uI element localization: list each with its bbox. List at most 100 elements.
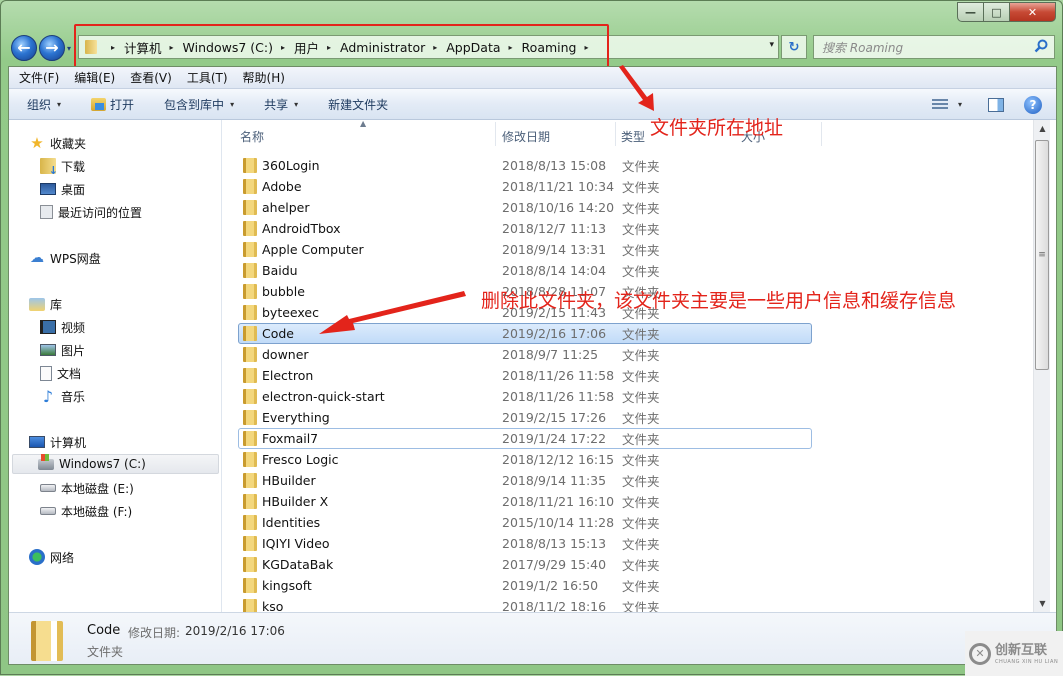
column-header-size[interactable]: 大小 xyxy=(741,128,765,145)
menu-view[interactable]: 查看(V) xyxy=(130,69,172,86)
address-bar[interactable]: ▸ 计算机 ▸ Windows7 (C:) ▸ 用户 ▸ Administrat… xyxy=(78,35,779,59)
file-row[interactable]: HBuilder X 2018/11/21 16:10 文件夹 xyxy=(223,491,1033,512)
refresh-button[interactable]: ↻ xyxy=(781,35,807,59)
file-row[interactable]: bubble 2018/8/28 11:07 文件夹 xyxy=(223,281,1033,302)
help-icon[interactable]: ? xyxy=(1024,95,1042,114)
search-input[interactable]: 搜索 Roaming xyxy=(813,35,1055,59)
folder-icon xyxy=(243,557,257,572)
breadcrumb-chevron-icon[interactable]: ▸ xyxy=(433,43,437,52)
sidebar-libraries[interactable]: 库 xyxy=(29,294,62,314)
minimize-button[interactable]: — xyxy=(957,2,984,22)
file-row[interactable]: electron-quick-start 2018/11/26 11:58 文件夹 xyxy=(223,386,1033,407)
file-name: Apple Computer xyxy=(262,242,364,257)
folder-icon xyxy=(31,621,63,661)
include-in-library-button[interactable]: 包含到库中 ▾ xyxy=(164,96,234,113)
details-type: 文件夹 xyxy=(87,645,124,659)
sidebar-computer[interactable]: 计算机 xyxy=(29,432,86,452)
menu-help[interactable]: 帮助(H) xyxy=(243,69,285,86)
file-type: 文件夹 xyxy=(622,558,660,573)
include-in-library-label: 包含到库中 xyxy=(164,97,225,112)
file-row[interactable]: Baidu 2018/8/14 14:04 文件夹 xyxy=(223,260,1033,281)
folder-icon xyxy=(243,305,257,320)
sidebar-item-drive-e[interactable]: 本地磁盘 (E:) xyxy=(40,478,134,498)
folder-icon xyxy=(243,410,257,425)
column-divider[interactable] xyxy=(495,122,496,146)
menu-file[interactable]: 文件(F) xyxy=(19,69,59,86)
sidebar-item-recent-places[interactable]: 最近访问的位置 xyxy=(40,202,142,222)
file-row[interactable]: downer 2018/9/7 11:25 文件夹 xyxy=(223,344,1033,365)
preview-pane-icon[interactable] xyxy=(988,97,1004,112)
breadcrumb-item[interactable]: Windows7 (C:) xyxy=(183,40,273,55)
back-button[interactable]: ← xyxy=(11,35,37,61)
sidebar-item-desktop[interactable]: 桌面 xyxy=(40,179,85,199)
folder-icon xyxy=(243,452,257,467)
sidebar-item-drive-f[interactable]: 本地磁盘 (F:) xyxy=(40,501,132,521)
file-row[interactable]: Foxmail7 2019/1/24 17:22 文件夹 xyxy=(238,428,812,449)
file-row[interactable]: IQIYI Video 2018/8/13 15:13 文件夹 xyxy=(223,533,1033,554)
sidebar-label: 视频 xyxy=(61,320,86,335)
file-row[interactable]: HBuilder 2018/9/14 11:35 文件夹 xyxy=(223,470,1033,491)
sidebar-network[interactable]: 网络 xyxy=(29,547,74,567)
breadcrumb-item[interactable]: 用户 xyxy=(294,38,319,57)
scrollbar-thumb[interactable]: ≡ xyxy=(1035,140,1049,370)
sidebar-item-drive-c[interactable]: Windows7 (C:) xyxy=(12,453,219,474)
file-row[interactable]: KGDataBak 2017/9/29 15:40 文件夹 xyxy=(223,554,1033,575)
forward-button[interactable]: → xyxy=(39,35,65,61)
file-row[interactable]: Fresco Logic 2018/12/12 16:15 文件夹 xyxy=(223,449,1033,470)
file-row[interactable]: 360Login 2018/8/13 15:08 文件夹 xyxy=(223,155,1033,176)
file-name: kingsoft xyxy=(262,578,312,593)
recent-pages-dropdown[interactable]: ▾ xyxy=(67,44,71,53)
scroll-down-button[interactable]: ▼ xyxy=(1034,595,1051,612)
sidebar-item-documents[interactable]: 文档 xyxy=(40,363,81,383)
file-row[interactable]: byteexec 2019/2/15 11:43 文件夹 xyxy=(223,302,1033,323)
column-divider[interactable] xyxy=(615,122,616,146)
file-row[interactable]: ahelper 2018/10/16 14:20 文件夹 xyxy=(223,197,1033,218)
breadcrumb-item[interactable]: 计算机 xyxy=(124,38,162,57)
sidebar-item-music[interactable]: ♪ 音乐 xyxy=(40,386,85,406)
column-divider[interactable] xyxy=(821,122,822,146)
view-options-icon[interactable] xyxy=(931,98,948,111)
new-folder-button[interactable]: 新建文件夹 xyxy=(328,96,388,113)
file-row[interactable]: Everything 2019/2/15 17:26 文件夹 xyxy=(223,407,1033,428)
file-row[interactable]: Adobe 2018/11/21 10:34 文件夹 xyxy=(223,176,1033,197)
open-button[interactable]: 打开 xyxy=(91,96,134,113)
close-button[interactable]: ✕ xyxy=(1010,2,1056,22)
breadcrumb-chevron-icon[interactable]: ▸ xyxy=(281,43,285,52)
vertical-scrollbar[interactable]: ▲ ≡ ▼ xyxy=(1033,120,1050,612)
music-icon: ♪ xyxy=(42,386,54,406)
share-button[interactable]: 共享 ▾ xyxy=(264,96,298,113)
file-row[interactable]: Code 2019/2/16 17:06 文件夹 xyxy=(238,323,812,344)
breadcrumb-item[interactable]: Roaming xyxy=(522,40,577,55)
sidebar-favorites[interactable]: ★ 收藏夹 xyxy=(29,133,86,153)
file-row[interactable]: Identities 2015/10/14 11:28 文件夹 xyxy=(223,512,1033,533)
organize-button[interactable]: 组织 ▾ xyxy=(27,96,61,113)
chevron-down-icon[interactable]: ▾ xyxy=(958,100,962,109)
file-modified: 2018/11/26 11:58 xyxy=(502,389,615,404)
sidebar-item-pictures[interactable]: 图片 xyxy=(40,340,85,360)
column-header-modified[interactable]: 修改日期 xyxy=(502,128,550,145)
address-history-dropdown[interactable]: ▾ xyxy=(769,40,774,50)
file-row[interactable]: Apple Computer 2018/9/14 13:31 文件夹 xyxy=(223,239,1033,260)
menu-edit[interactable]: 编辑(E) xyxy=(74,69,115,86)
maximize-button[interactable]: □ xyxy=(984,2,1010,22)
sidebar-item-downloads[interactable]: 下载 xyxy=(40,156,85,177)
breadcrumb-chevron-icon[interactable]: ▸ xyxy=(111,43,115,52)
search-icon[interactable] xyxy=(1034,39,1048,53)
column-header-name[interactable]: 名称 xyxy=(240,128,264,145)
breadcrumb-chevron-icon[interactable]: ▸ xyxy=(170,43,174,52)
file-row[interactable]: kso 2018/11/2 18:16 文件夹 xyxy=(223,596,1033,612)
breadcrumb-chevron-icon[interactable]: ▸ xyxy=(327,43,331,52)
sidebar-wps-cloud[interactable]: ☁ WPS网盘 xyxy=(29,248,101,268)
file-row[interactable]: kingsoft 2019/1/2 16:50 文件夹 xyxy=(223,575,1033,596)
menu-tools[interactable]: 工具(T) xyxy=(187,69,228,86)
breadcrumb-chevron-icon[interactable]: ▸ xyxy=(509,43,513,52)
breadcrumb-chevron-icon[interactable]: ▸ xyxy=(585,43,589,52)
file-row[interactable]: AndroidTbox 2018/12/7 11:13 文件夹 xyxy=(223,218,1033,239)
breadcrumb-item[interactable]: Administrator xyxy=(340,40,425,55)
file-row[interactable]: Electron 2018/11/26 11:58 文件夹 xyxy=(223,365,1033,386)
breadcrumb-item[interactable]: AppData xyxy=(446,40,500,55)
file-type: 文件夹 xyxy=(622,222,660,237)
sidebar-item-videos[interactable]: 视频 xyxy=(40,317,85,337)
column-header-type[interactable]: 类型 xyxy=(621,128,645,145)
scroll-up-button[interactable]: ▲ xyxy=(1034,120,1051,137)
